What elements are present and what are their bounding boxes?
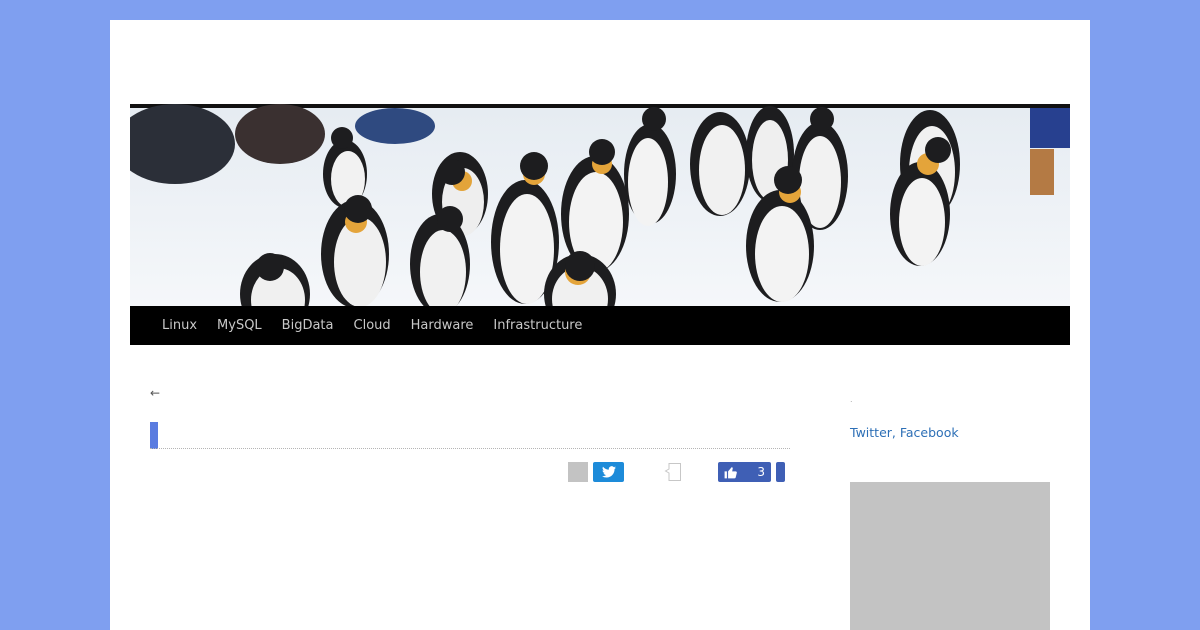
nav-item-hardware[interactable]: Hardware <box>411 318 474 333</box>
nav-item-infrastructure[interactable]: Infrastructure <box>493 318 582 333</box>
share-button-placeholder[interactable] <box>568 462 588 482</box>
main-navigation: Linux MySQL BigData Cloud Hardware Infra… <box>130 306 1070 345</box>
facebook-link[interactable]: Facebook <box>900 425 959 440</box>
facebook-like-button[interactable]: 3 <box>718 462 771 482</box>
post-title-marker <box>150 422 158 449</box>
back-arrow-link[interactable]: ← <box>150 386 160 400</box>
thumbs-up-icon <box>724 466 737 478</box>
twitter-icon <box>601 466 616 478</box>
like-count: 3 <box>757 465 765 479</box>
share-buttons: 3 <box>568 462 798 482</box>
speech-bubble-icon <box>664 463 681 481</box>
penguins-illustration <box>130 104 1070 306</box>
facebook-share-button[interactable] <box>776 462 785 482</box>
comment-share-button[interactable] <box>664 462 682 482</box>
twitter-share-button[interactable] <box>593 462 624 482</box>
nav-item-mysql[interactable]: MySQL <box>217 318 262 333</box>
page-container: Linux MySQL BigData Cloud Hardware Infra… <box>110 20 1090 630</box>
link-separator: , <box>891 425 900 440</box>
sidebar-dot: . <box>850 395 853 404</box>
nav-item-linux[interactable]: Linux <box>162 318 197 333</box>
sidebar-ad-placeholder <box>850 482 1050 630</box>
twitter-link[interactable]: Twitter <box>850 425 892 440</box>
header-banner-image[interactable] <box>130 104 1070 306</box>
sidebar-social-links: Twitter, Facebook <box>850 425 959 440</box>
title-divider <box>150 448 790 449</box>
nav-item-bigdata[interactable]: BigData <box>282 318 334 333</box>
nav-item-cloud[interactable]: Cloud <box>354 318 391 333</box>
